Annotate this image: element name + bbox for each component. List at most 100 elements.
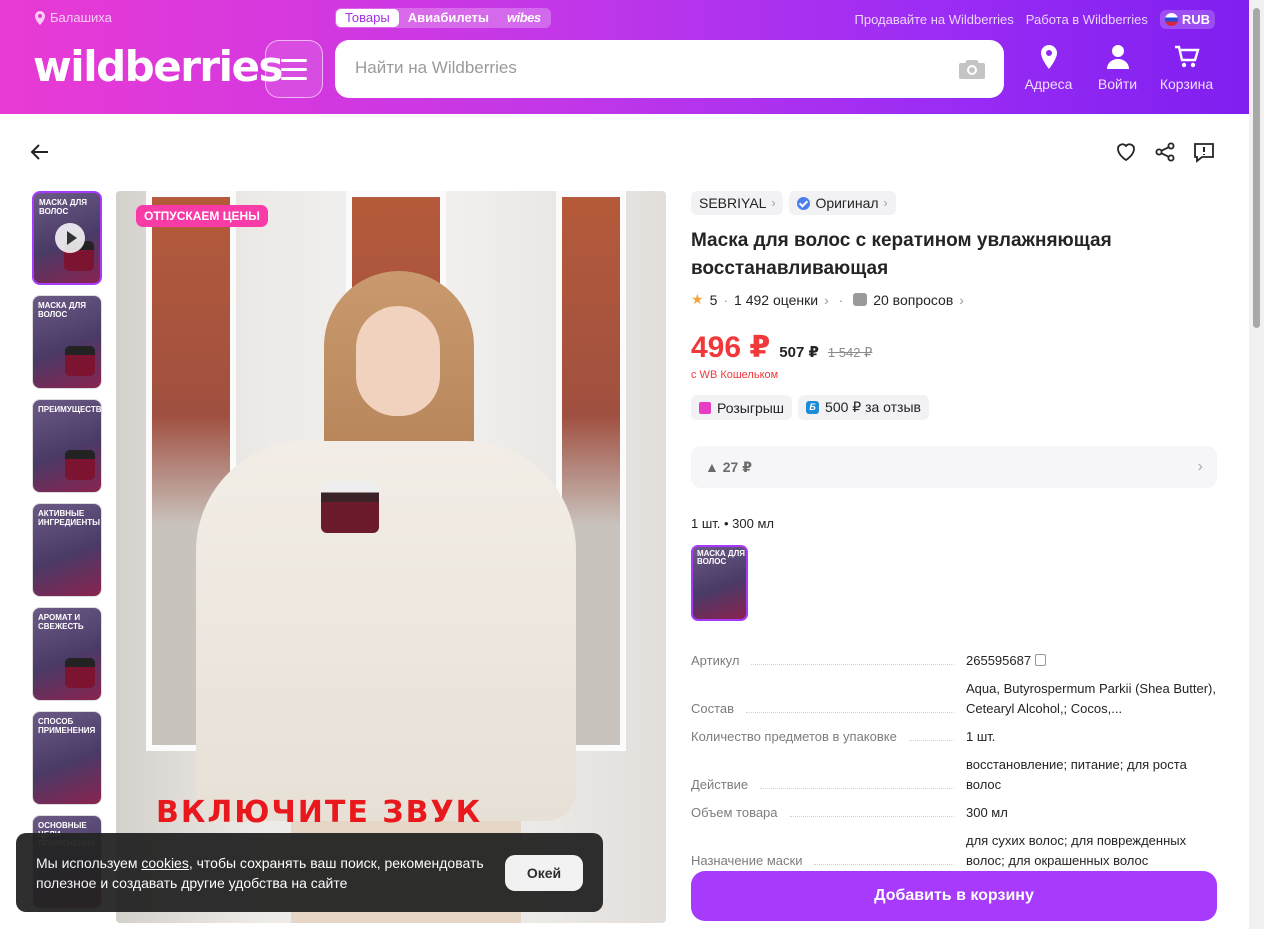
cookies-link[interactable]: cookies	[141, 855, 188, 871]
chevron-right-icon: ›	[883, 196, 888, 210]
addresses-button[interactable]: Адреса	[1020, 44, 1077, 92]
spec-value: восстановление; питание; для роста волос	[966, 757, 1187, 792]
brand-name: SEBRIYAL	[699, 195, 767, 211]
reviews-link[interactable]: 1 492 оценки	[734, 292, 818, 308]
location-pin-icon	[35, 10, 45, 25]
model-face	[356, 306, 440, 416]
spec-key: Состав	[691, 701, 735, 716]
sell-link[interactable]: Продавайте на Wildberries	[855, 12, 1014, 27]
rating-value: 5	[709, 291, 718, 308]
russia-flag-icon	[1164, 13, 1178, 26]
header-top-links: Продавайте на Wildberries Работа в Wildb…	[855, 10, 1215, 29]
spec-row: Действие восстановление; питание; для ро…	[691, 755, 1217, 795]
spec-value: 300 мл	[966, 805, 1008, 820]
site-header: Балашиха Товары Авиабилеты wibes Продава…	[0, 0, 1249, 114]
thumbnail-caption: МАСКА ДЛЯ ВОЛОС	[38, 301, 86, 319]
back-arrow-icon[interactable]	[28, 140, 52, 164]
tab-goods[interactable]: Товары	[336, 9, 399, 27]
wallet-price: 496 ₽	[691, 331, 771, 364]
spec-key: Объем товара	[691, 805, 778, 820]
product-jar-image	[65, 450, 95, 480]
model-sweater	[196, 441, 576, 821]
price-history-row[interactable]: ▲ 27 ₽ ›	[691, 446, 1217, 488]
report-icon[interactable]	[1192, 140, 1216, 164]
gift-icon	[699, 401, 711, 414]
tab-wibes[interactable]: wibes	[498, 9, 550, 27]
addresses-label: Адреса	[1024, 76, 1073, 92]
regular-price: 507 ₽	[779, 344, 819, 361]
search-input[interactable]	[355, 58, 915, 78]
menu-icon	[281, 58, 307, 62]
site-logo[interactable]: wildberries	[33, 42, 284, 91]
promo-badges: Розыгрыш Б 500 ₽ за отзыв	[691, 395, 1217, 420]
camera-search-icon[interactable]	[958, 58, 986, 80]
cart-label: Корзина	[1159, 76, 1214, 92]
thumbnail-image[interactable]: МАСКА ДЛЯ ВОЛОС	[32, 295, 102, 389]
old-price: 1 542 ₽	[827, 345, 873, 360]
chevron-right-icon: ›	[824, 291, 829, 308]
product-info: SEBRIYAL › Оригинал › Маска для волос с …	[691, 191, 1217, 879]
brand-chips: SEBRIYAL › Оригинал ›	[691, 191, 1217, 215]
thumbnail-caption: СПОСОБ ПРИМЕНЕНИЯ	[38, 717, 96, 735]
location-selector[interactable]: Балашиха	[34, 10, 112, 25]
review-bonus-badge[interactable]: Б 500 ₽ за отзыв	[798, 395, 929, 420]
copy-icon[interactable]	[1035, 654, 1047, 666]
cookie-banner: Мы используем cookies, чтобы сохранять в…	[16, 833, 603, 912]
thumbnail-caption: ПРЕИМУЩЕСТВА	[38, 405, 102, 414]
thumbnail-image[interactable]: АКТИВНЫЕ ИНГРЕДИЕНТЫ	[32, 503, 102, 597]
price-delta: ▲ 27 ₽	[705, 458, 752, 475]
spec-row: Состав Aqua, Butyrospermum Parkii (Shea …	[691, 679, 1217, 719]
tab-flights[interactable]: Авиабилеты	[399, 9, 498, 27]
cookie-accept-button[interactable]: Окей	[505, 855, 583, 891]
thumbnail-image[interactable]: АРОМАТ И СВЕЖЕСТЬ	[32, 607, 102, 701]
thumbnail-image[interactable]: ПРЕИМУЩЕСТВА	[32, 399, 102, 493]
product-jar-image	[65, 658, 95, 688]
thumbnail-video[interactable]: МАСКА ДЛЯ ВОЛОС	[32, 191, 102, 285]
original-badge[interactable]: Оригинал ›	[789, 191, 896, 215]
cookie-text: Мы используем cookies, чтобы сохранять в…	[36, 855, 484, 891]
spec-row: Артикул 265595687	[691, 651, 1217, 671]
login-button[interactable]: Войти	[1089, 44, 1146, 92]
search-bar	[335, 40, 1004, 98]
scrollbar-thumb[interactable]	[1253, 8, 1260, 328]
thumbnail-caption: АКТИВНЫЕ ИНГРЕДИЕНТЫ	[38, 509, 101, 527]
location-label: Балашиха	[50, 10, 112, 25]
job-link[interactable]: Работа в Wildberries	[1026, 12, 1148, 27]
user-icon	[1106, 45, 1129, 69]
lottery-badge[interactable]: Розыгрыш	[691, 395, 793, 420]
thumbnail-image[interactable]: СПОСОБ ПРИМЕНЕНИЯ	[32, 711, 102, 805]
questions-link[interactable]: 20 вопросов	[873, 292, 953, 308]
spec-list: Артикул 265595687 Состав Aqua, Butyrospe…	[691, 651, 1217, 871]
add-to-cart-button[interactable]: Добавить в корзину	[691, 871, 1217, 921]
wallet-note[interactable]: с WB Кошельком	[691, 369, 1217, 381]
login-label: Войти	[1097, 76, 1138, 92]
spec-key: Назначение маски	[691, 853, 803, 868]
spec-value: для сухих волос; для поврежденных волос;…	[966, 833, 1187, 868]
variant-option[interactable]: МАСКА ДЛЯ ВОЛОС	[691, 545, 748, 621]
service-switcher: Товары Авиабилеты wibes	[335, 8, 551, 28]
currency-selector[interactable]: RUB	[1159, 10, 1215, 29]
page-scrollbar[interactable]	[1249, 0, 1264, 929]
product-title: Маска для волос с кератином увлажняющая …	[691, 230, 1112, 279]
heart-icon[interactable]	[1114, 140, 1138, 164]
cart-button[interactable]: Корзина	[1158, 44, 1215, 92]
price-row: 496 ₽ 507 ₽ 1 542 ₽	[691, 330, 1217, 365]
share-icon[interactable]	[1153, 140, 1177, 164]
spec-key: Артикул	[691, 653, 740, 668]
thumbnail-list: МАСКА ДЛЯ ВОЛОС МАСКА ДЛЯ ВОЛОС ПРЕИМУЩЕ…	[32, 191, 104, 919]
menu-button[interactable]	[265, 40, 323, 98]
star-icon: ★	[691, 291, 704, 307]
sound-overlay-text: ВКЛЮЧИТЕ ЗВУК	[156, 795, 483, 830]
main-product-media[interactable]: ОТПУСКАЕМ ЦЕНЫ ВКЛЮЧИТЕ ЗВУК	[116, 191, 666, 923]
cart-icon	[1174, 45, 1200, 68]
verified-check-icon	[797, 196, 811, 210]
spec-value: Aqua, Butyrospermum Parkii (Shea Butter)…	[966, 681, 1216, 716]
question-icon	[853, 293, 868, 306]
chevron-right-icon: ›	[959, 291, 964, 308]
pack-info: 1 шт. • 300 мл	[691, 516, 774, 531]
spec-row: Объем товара 300 мл	[691, 803, 1217, 823]
spec-value: 1 шт.	[966, 729, 996, 744]
brand-link[interactable]: SEBRIYAL ›	[691, 191, 784, 215]
separator: ·	[723, 291, 729, 308]
separator: ·	[834, 291, 848, 308]
